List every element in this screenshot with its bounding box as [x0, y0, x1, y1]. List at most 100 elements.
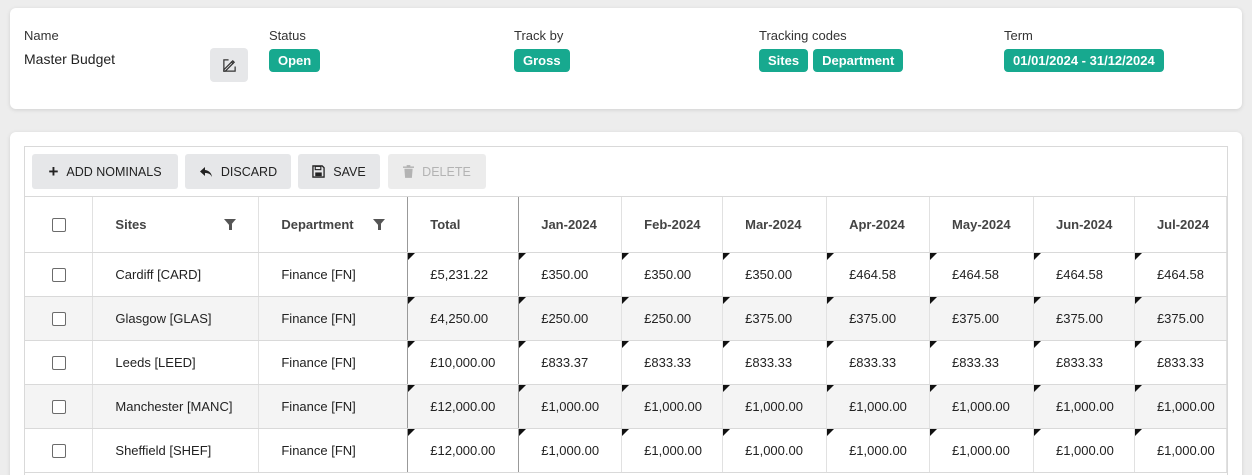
month-cell[interactable]: £1,000.00 [621, 428, 724, 473]
month-cell[interactable]: £1,000.00 [1033, 384, 1135, 429]
total-cell[interactable]: £12,000.00 [407, 428, 520, 473]
month-value: £1,000.00 [644, 442, 703, 458]
cell-flag-icon [622, 384, 630, 392]
total-cell[interactable]: £5,231.22 [407, 252, 520, 297]
month-cell[interactable]: £833.37 [518, 340, 623, 385]
cell-flag-icon [930, 428, 938, 436]
month-cell[interactable]: £1,000.00 [722, 384, 828, 429]
month-value: £1,000.00 [1156, 442, 1215, 458]
month-cell[interactable]: £350.00 [518, 252, 623, 297]
delete-button[interactable]: DELETE [388, 154, 486, 189]
column-header-month[interactable]: Jul-2024 [1134, 197, 1227, 253]
cell-flag-icon [408, 296, 416, 304]
month-cell[interactable]: £350.00 [722, 252, 828, 297]
column-header-month[interactable]: Jan-2024 [518, 197, 623, 253]
month-cell[interactable]: £375.00 [1134, 296, 1227, 341]
month-cell[interactable]: £250.00 [518, 296, 623, 341]
column-header-month[interactable]: Jun-2024 [1033, 197, 1135, 253]
filter-icon[interactable] [224, 219, 237, 230]
month-cell[interactable]: £833.33 [621, 340, 724, 385]
filter-icon[interactable] [373, 219, 386, 230]
site-cell[interactable]: Sheffield [SHEF] [92, 428, 260, 473]
month-cell[interactable]: £1,000.00 [518, 428, 623, 473]
column-header-sites[interactable]: Sites [92, 197, 260, 253]
month-cell[interactable]: £833.33 [929, 340, 1034, 385]
month-cell[interactable]: £375.00 [722, 296, 828, 341]
month-cell[interactable]: £1,000.00 [929, 384, 1034, 429]
month-cell[interactable]: £833.33 [722, 340, 828, 385]
department-cell[interactable]: Finance [FN] [258, 252, 409, 297]
column-header-total[interactable]: Total [407, 197, 520, 253]
total-cell[interactable]: £12,000.00 [407, 384, 520, 429]
cell-flag-icon [408, 252, 416, 260]
month-value: £375.00 [1156, 310, 1204, 326]
column-header-month[interactable]: Mar-2024 [722, 197, 828, 253]
cell-flag-icon [622, 428, 630, 436]
row-checkbox[interactable] [51, 311, 66, 326]
track-by-badge: Gross [514, 49, 570, 72]
month-value: £1,000.00 [952, 442, 1010, 458]
column-header-month[interactable]: Apr-2024 [826, 197, 931, 253]
month-cell[interactable]: £375.00 [929, 296, 1034, 341]
month-value: £1,000.00 [541, 442, 600, 458]
month-value: £1,000.00 [952, 398, 1010, 414]
month-cell[interactable]: £1,000.00 [722, 428, 828, 473]
month-value: £1,000.00 [541, 398, 600, 414]
table-row[interactable]: Sheffield [SHEF] Finance [FN] £12,000.00 £1… [25, 428, 1227, 473]
select-all-checkbox[interactable] [51, 218, 66, 233]
row-checkbox[interactable] [51, 443, 66, 458]
month-cell[interactable]: £464.58 [1134, 252, 1227, 297]
month-cell[interactable]: £1,000.00 [1033, 428, 1135, 473]
department-cell[interactable]: Finance [FN] [258, 384, 409, 429]
month-cell[interactable]: £833.33 [826, 340, 931, 385]
row-checkbox[interactable] [51, 399, 66, 414]
site-cell[interactable]: Manchester [MANC] [92, 384, 260, 429]
table-row[interactable]: Cardiff [CARD] Finance [FN] £5,231.22 £350.… [25, 252, 1227, 297]
site-cell[interactable]: Leeds [LEED] [92, 340, 260, 385]
month-cell[interactable]: £1,000.00 [621, 384, 724, 429]
cell-flag-icon [827, 296, 835, 304]
month-cell[interactable]: £1,000.00 [826, 384, 931, 429]
row-checkbox[interactable] [51, 355, 66, 370]
month-value: £350.00 [745, 266, 793, 282]
column-header-department[interactable]: Department [258, 197, 409, 253]
month-cell[interactable]: £350.00 [621, 252, 724, 297]
cell-flag-icon [827, 252, 835, 260]
column-header-month[interactable]: Feb-2024 [621, 197, 724, 253]
add-nominals-button[interactable]: + ADD NOMINALS [32, 154, 178, 189]
site-cell[interactable]: Cardiff [CARD] [92, 252, 260, 297]
total-cell[interactable]: £4,250.00 [407, 296, 520, 341]
tracking-codes-field: Tracking codes Sites Department [759, 28, 904, 72]
row-select-cell [25, 428, 94, 473]
table-row[interactable]: Leeds [LEED] Finance [FN] £10,000.00 £833.3… [25, 340, 1227, 385]
table-row[interactable]: Manchester [MANC] Finance [FN] £12,000.00 £… [25, 384, 1227, 429]
department-cell[interactable]: Finance [FN] [258, 340, 409, 385]
row-checkbox[interactable] [51, 267, 66, 282]
month-cell[interactable]: £375.00 [826, 296, 931, 341]
month-cell[interactable]: £1,000.00 [518, 384, 623, 429]
month-cell[interactable]: £1,000.00 [1134, 384, 1227, 429]
save-button[interactable]: SAVE [298, 154, 380, 189]
column-header-month[interactable]: May-2024 [929, 197, 1034, 253]
month-cell[interactable]: £833.33 [1033, 340, 1135, 385]
month-cell[interactable]: £1,000.00 [826, 428, 931, 473]
month-cell[interactable]: £375.00 [1033, 296, 1135, 341]
edit-name-button[interactable] [210, 48, 248, 82]
month-cell[interactable]: £464.58 [929, 252, 1034, 297]
department-cell[interactable]: Finance [FN] [258, 428, 409, 473]
month-cell[interactable]: £464.58 [826, 252, 931, 297]
cell-flag-icon [1033, 252, 1041, 260]
department-cell[interactable]: Finance [FN] [258, 296, 409, 341]
month-cell[interactable]: £464.58 [1033, 252, 1135, 297]
month-cell[interactable]: £1,000.00 [929, 428, 1034, 473]
discard-button[interactable]: DISCARD [185, 154, 291, 189]
month-cell[interactable]: £1,000.00 [1134, 428, 1227, 473]
total-cell[interactable]: £10,000.00 [407, 340, 520, 385]
month-value: £1,000.00 [1055, 442, 1114, 458]
month-cell[interactable]: £833.33 [1134, 340, 1227, 385]
column-header-label: Sites [115, 216, 147, 232]
table-row[interactable]: Glasgow [GLAS] Finance [FN] £4,250.00 £250.… [25, 296, 1227, 341]
month-cell[interactable]: £250.00 [621, 296, 724, 341]
budget-grid-card: + ADD NOMINALS DISCARD SAVE DELETE Sites… [10, 132, 1242, 475]
site-cell[interactable]: Glasgow [GLAS] [92, 296, 260, 341]
